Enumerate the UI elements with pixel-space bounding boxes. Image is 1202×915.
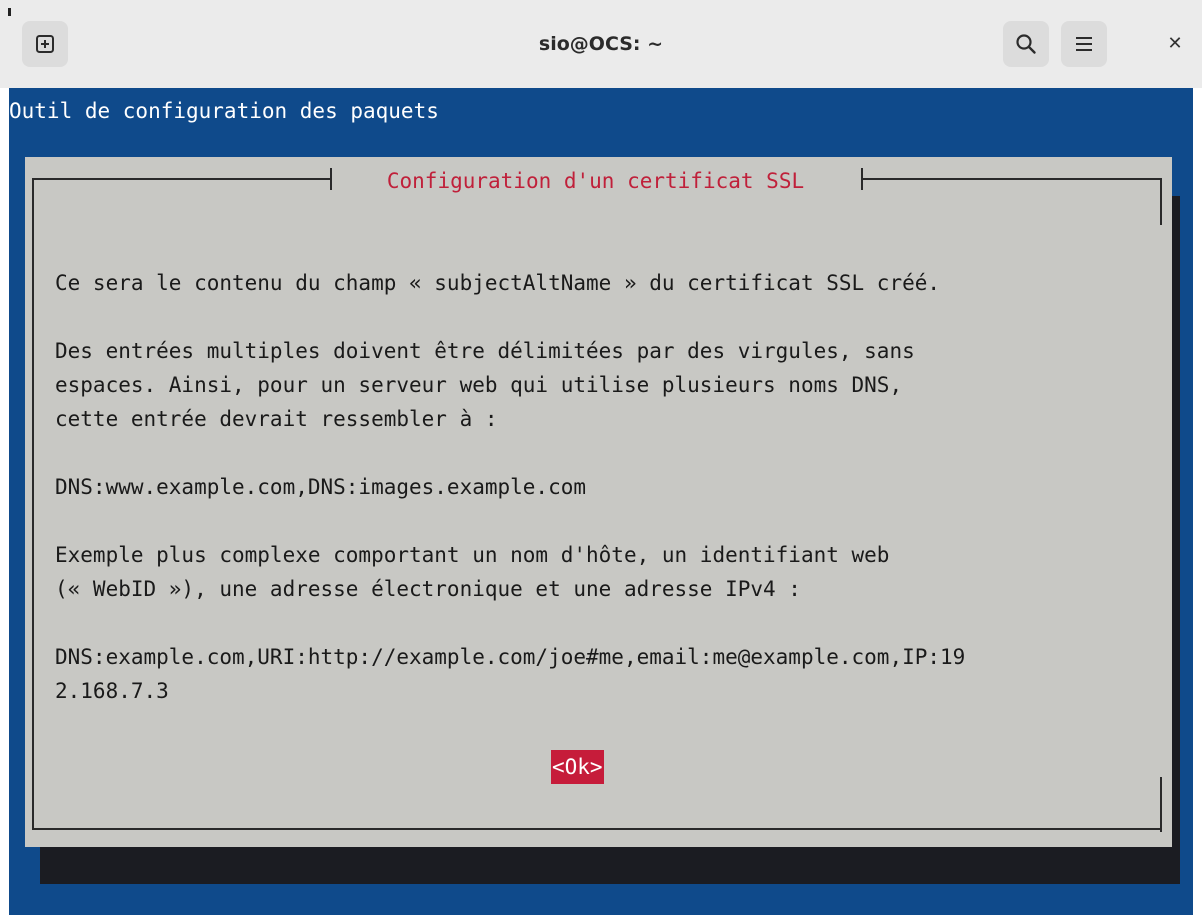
dialog-text-line: cette entrée devrait ressembler à : bbox=[55, 407, 498, 431]
ok-button[interactable]: <Ok> bbox=[551, 750, 604, 784]
dialog-text-line: Des entrées multiples doivent être délim… bbox=[55, 339, 915, 363]
dialog-frame-top-right bbox=[863, 178, 1162, 180]
dialog-text-line: Ce sera le contenu du champ « subjectAlt… bbox=[55, 271, 941, 295]
menu-button[interactable] bbox=[1061, 21, 1107, 67]
dialog-text-line: espaces. Ainsi, pour un serveur web qui … bbox=[55, 373, 903, 397]
ssl-certificate-dialog: Configuration d'un certificat SSL Ce ser… bbox=[25, 157, 1172, 847]
dialog-frame-right-bottom bbox=[1160, 777, 1162, 832]
terminal-screen: Outil de configuration des paquets Confi… bbox=[9, 88, 1193, 915]
new-tab-button[interactable] bbox=[22, 21, 68, 67]
new-tab-icon bbox=[36, 35, 54, 53]
dialog-title-tick-right bbox=[861, 168, 863, 190]
dialog-text-line: (« WebID »), une adresse électronique et… bbox=[55, 577, 801, 601]
dialog-frame-top-left bbox=[32, 178, 330, 180]
backtitle: Outil de configuration des paquets bbox=[9, 99, 439, 123]
dialog-text-line: Exemple plus complexe comportant un nom … bbox=[55, 543, 890, 567]
window-titlebar: sio@OCS: ~ ✕ bbox=[0, 0, 1202, 88]
close-icon: ✕ bbox=[1167, 32, 1183, 54]
dialog-title: Configuration d'un certificat SSL bbox=[374, 169, 817, 193]
dialog-example-complex-cont: 2.168.7.3 bbox=[55, 679, 169, 703]
search-icon bbox=[1016, 34, 1036, 54]
dialog-example-dns: DNS:www.example.com,DNS:images.example.c… bbox=[55, 475, 587, 499]
search-button[interactable] bbox=[1003, 21, 1049, 67]
dialog-example-complex: DNS:example.com,URI:http://example.com/j… bbox=[55, 645, 966, 669]
dialog-frame-right-top bbox=[1160, 178, 1162, 225]
terminal-area[interactable]: Outil de configuration des paquets Confi… bbox=[0, 88, 1202, 915]
hamburger-menu-icon bbox=[1076, 37, 1092, 51]
window-corner-mark bbox=[8, 8, 11, 16]
close-button[interactable]: ✕ bbox=[1160, 28, 1190, 58]
